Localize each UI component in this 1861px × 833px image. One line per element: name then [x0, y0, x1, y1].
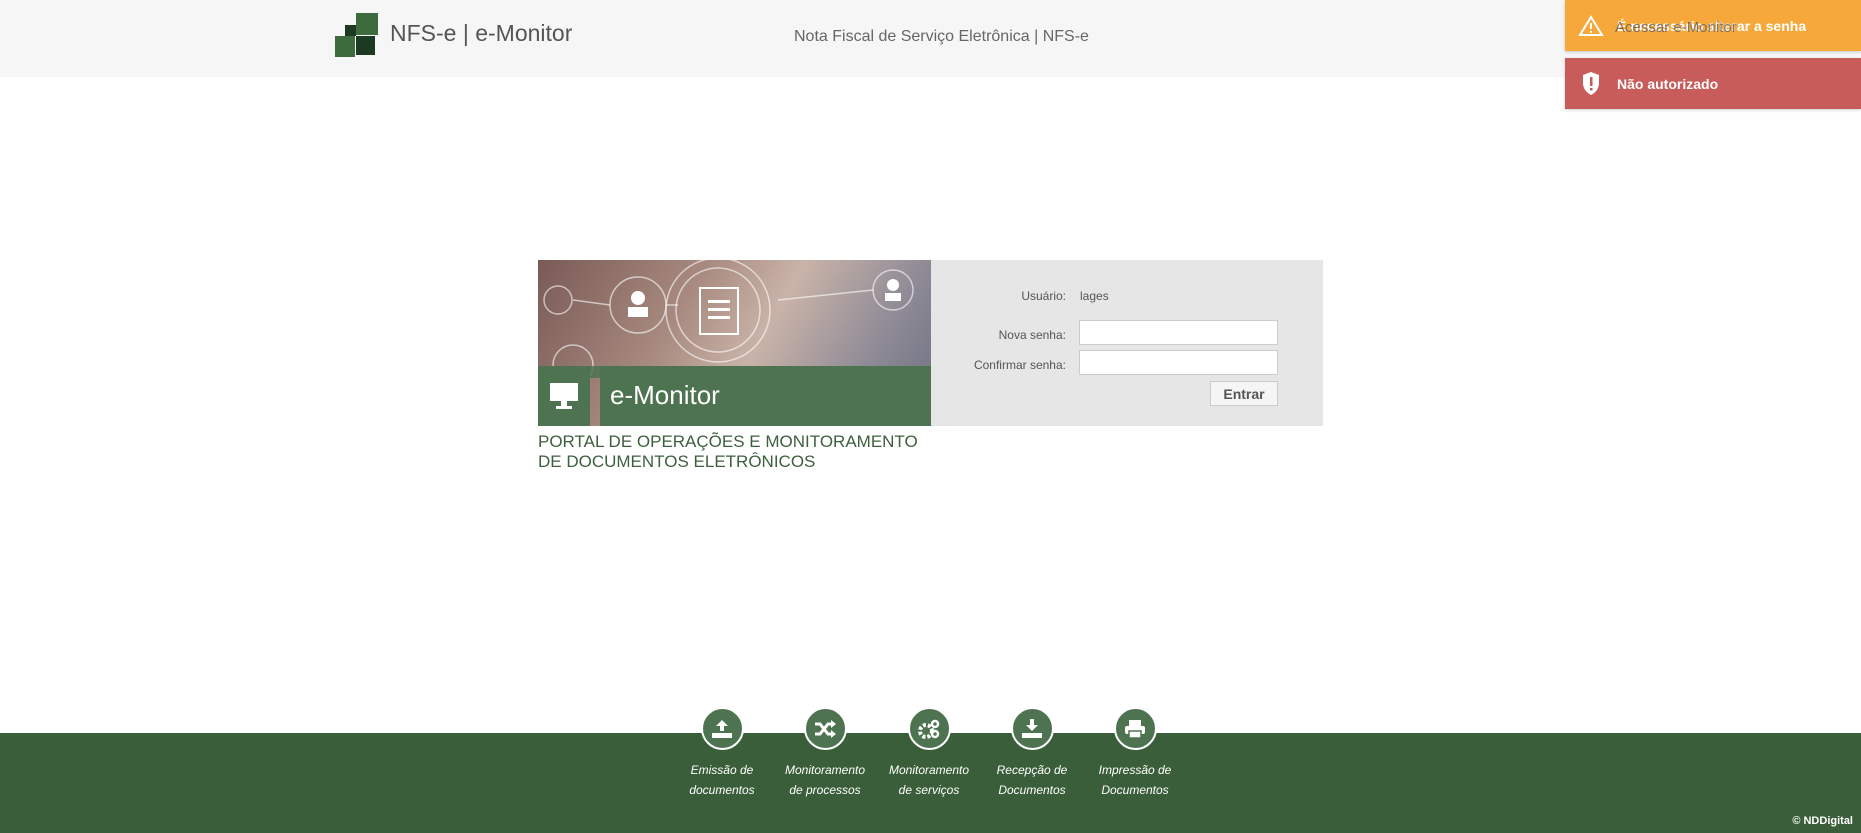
access-link[interactable]: Acessar e-Monitor — [1615, 19, 1737, 36]
new-password-input[interactable] — [1079, 320, 1278, 345]
submit-button[interactable]: Entrar — [1210, 381, 1278, 406]
footer-label: Recepção de — [996, 763, 1068, 777]
footer-item-processos[interactable]: Monitoramento de processos — [770, 707, 880, 800]
toast-text: Não autorizado — [1617, 75, 1719, 92]
printer-icon — [1113, 707, 1157, 750]
logo-icon — [335, 13, 379, 57]
card-title: e-Monitor — [600, 366, 931, 426]
portal-line-2: DE DOCUMENTOS ELETRÔNICOS — [538, 452, 816, 471]
footer-label: Documentos — [998, 783, 1066, 797]
app-title: NFS-e | e-Monitor — [390, 20, 573, 46]
copyright: © NDDigital — [1792, 815, 1853, 827]
confirm-password-label: Confirmar senha: — [973, 358, 1066, 372]
login-card: e-Monitor Usuário: lages Nova senha: Con… — [538, 260, 1323, 426]
monitor-icon — [538, 366, 590, 426]
footer-label: Monitoramento — [784, 763, 866, 777]
user-label: Usuário: — [1021, 289, 1066, 303]
upload-icon — [700, 707, 744, 750]
warning-icon — [1565, 14, 1617, 37]
confirm-password-input[interactable] — [1079, 350, 1278, 375]
footer-item-recepcao[interactable]: Recepção de Documentos — [977, 707, 1087, 800]
portal-line-1: PORTAL DE OPERAÇÕES E MONITORAMENTO — [538, 432, 918, 451]
shuffle-icon — [803, 707, 847, 750]
portal-description: PORTAL DE OPERAÇÕES E MONITORAMENTO DE D… — [538, 432, 918, 472]
footer-label: de processos — [789, 783, 861, 797]
footer-item-impressao[interactable]: Impressão de Documentos — [1080, 707, 1190, 800]
footer-label: Monitoramento — [888, 763, 970, 777]
download-icon — [1010, 707, 1054, 750]
footer-item-servicos[interactable]: Monitoramento de serviços — [874, 707, 984, 800]
footer-item-emissao[interactable]: Emissão de documentos — [667, 707, 777, 800]
gears-icon — [907, 707, 951, 750]
footer-label: Emissão de — [690, 763, 754, 777]
footer-label: de serviços — [898, 783, 960, 797]
new-password-label: Nova senha: — [998, 328, 1066, 342]
footer-label: Impressão de — [1098, 763, 1172, 777]
shield-alert-icon — [1565, 71, 1617, 96]
header-subtitle: Nota Fiscal de Serviço Eletrônica | NFS-… — [794, 28, 1089, 45]
footer-label: Documentos — [1101, 783, 1169, 797]
user-value: lages — [1080, 289, 1109, 303]
banner-image: e-Monitor — [538, 260, 931, 426]
footer-label: documentos — [689, 783, 755, 797]
toast-unauthorized[interactable]: Não autorizado — [1565, 58, 1861, 109]
